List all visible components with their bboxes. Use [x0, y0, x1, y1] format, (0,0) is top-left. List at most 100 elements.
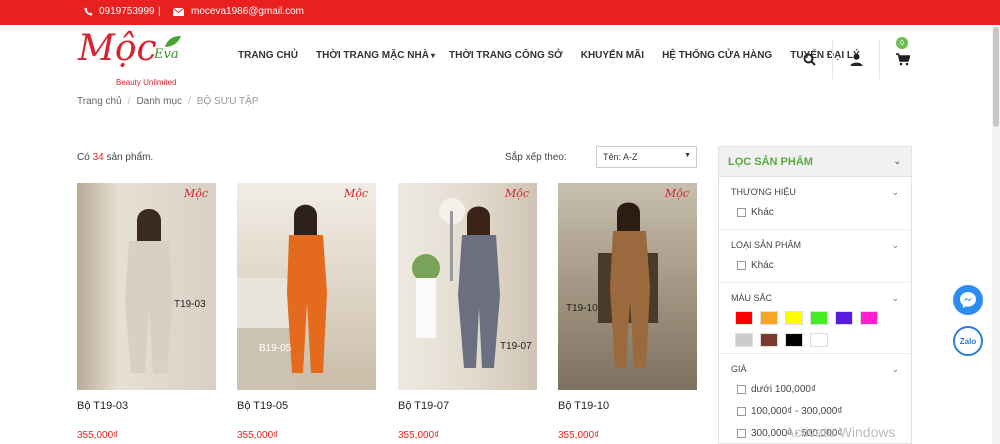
nav-home[interactable]: TRANG CHỦ	[238, 50, 298, 61]
messenger-icon	[960, 292, 976, 308]
color-swatch[interactable]	[760, 333, 778, 347]
product-name[interactable]: Bộ T19-07	[398, 400, 537, 412]
scrollbar-thumb[interactable]	[993, 27, 999, 127]
filter-header[interactable]: LỌC SẢN PHẨM ⌄	[719, 147, 911, 177]
model-figure	[237, 204, 327, 390]
logo-eva: Eva	[154, 47, 179, 62]
logo-brand: Mộc	[78, 28, 157, 69]
model-figure	[412, 198, 500, 368]
product-image[interactable]: Mộc T19-07	[398, 183, 537, 390]
color-swatch[interactable]	[785, 311, 803, 325]
phone-icon	[84, 7, 93, 16]
product-watermark-logo: Mộc	[664, 187, 689, 200]
search-icon[interactable]	[798, 48, 820, 70]
checkbox[interactable]	[737, 428, 746, 438]
sort-label: Sắp xếp theo:	[505, 152, 567, 163]
email-contact[interactable]: moceva1986@gmail.com	[173, 6, 304, 17]
phone-number: 0919753999	[99, 6, 155, 17]
product-card[interactable]: Mộc T19-10 Bộ T19-10 355,000₫	[558, 183, 697, 441]
filter-option[interactable]: Khác	[731, 254, 899, 276]
breadcrumb: Trang chủ / Danh mục / BỘ SƯU TẬP	[77, 96, 259, 107]
divider	[832, 39, 833, 79]
zalo-button[interactable]: Zalo	[953, 326, 983, 356]
phone-contact[interactable]: 0919753999	[84, 6, 155, 17]
chevron-down-icon: ⌄	[893, 156, 901, 166]
color-swatch[interactable]	[860, 311, 878, 325]
checkbox[interactable]	[737, 384, 746, 394]
chevron-down-icon: ▾	[430, 51, 435, 60]
cart-icon[interactable]	[892, 48, 914, 70]
color-swatch[interactable]	[810, 333, 828, 347]
breadcrumb-category[interactable]: Danh mục	[136, 96, 182, 107]
product-image[interactable]: Mộc B19-05	[237, 183, 376, 390]
checkbox[interactable]	[737, 207, 746, 217]
filter-option[interactable]: dưới 100,000₫	[731, 378, 899, 400]
color-swatch[interactable]	[785, 333, 803, 347]
top-bar: 0919753999 | moceva1986@gmail.com	[0, 0, 1000, 25]
breadcrumb-home[interactable]: Trang chủ	[77, 96, 122, 107]
nav-promotions[interactable]: KHUYẾN MÃI	[581, 50, 644, 61]
chevron-down-icon: ⌄	[891, 364, 899, 374]
chevron-down-icon: ▼	[684, 152, 691, 159]
filter-brand: THƯƠNG HIỆU ⌄ Khác	[719, 177, 911, 230]
logo-tagline: Beauty Unlimited	[116, 78, 177, 87]
messenger-button[interactable]	[953, 285, 983, 315]
product-code: T19-07	[500, 341, 532, 352]
filter-option[interactable]: 100,000₫ - 300,000₫	[731, 400, 899, 422]
breadcrumb-separator: /	[188, 96, 191, 107]
nav-stores[interactable]: HỆ THỐNG CỬA HÀNG	[662, 50, 772, 61]
model-figure	[125, 209, 173, 373]
product-code: T19-10	[566, 303, 598, 314]
product-code: B19-05	[259, 343, 292, 354]
scrollbar[interactable]	[992, 25, 1000, 444]
chevron-down-icon: ⌄	[891, 240, 899, 250]
filter-brand-title[interactable]: THƯƠNG HIỆU ⌄	[731, 177, 899, 201]
filter-option[interactable]: Khác	[731, 201, 899, 223]
zalo-label: Zalo	[959, 336, 977, 346]
user-icon[interactable]	[845, 48, 867, 70]
filter-type-title[interactable]: LOẠI SẢN PHẨM ⌄	[731, 230, 899, 254]
color-swatch[interactable]	[810, 311, 828, 325]
product-name[interactable]: Bộ T19-10	[558, 400, 697, 412]
nav-homewear[interactable]: THỜI TRANG MẶC NHÀ ▾	[316, 50, 435, 61]
breadcrumb-separator: /	[127, 96, 131, 107]
color-swatch[interactable]	[835, 311, 853, 325]
sort-select[interactable]: Tên: A-Z ▼	[596, 146, 697, 168]
header-actions: 0	[798, 37, 914, 79]
filter-color-title[interactable]: MÀU SẮC ⌄	[731, 283, 899, 307]
product-card[interactable]: Mộc T19-07 Bộ T19-07 355,000₫	[398, 183, 537, 441]
product-name[interactable]: Bộ T19-03	[77, 400, 216, 412]
product-watermark-logo: Mộc	[504, 187, 529, 200]
nav-officewear[interactable]: THỜI TRANG CÔNG SỞ	[449, 50, 563, 61]
color-swatch[interactable]	[735, 311, 753, 325]
main-nav: TRANG CHỦ THỜI TRANG MẶC NHÀ ▾ THỜI TRANG…	[238, 50, 878, 61]
color-swatch[interactable]	[735, 333, 753, 347]
product-price: 355,000₫	[237, 430, 279, 441]
product-card[interactable]: Mộc B19-05 Bộ T19-05 355,000₫	[237, 183, 376, 441]
product-image[interactable]: Mộc T19-03	[77, 183, 216, 390]
product-image[interactable]: Mộc T19-10	[558, 183, 697, 390]
product-code: T19-03	[174, 299, 206, 310]
color-swatches	[731, 307, 899, 353]
header: Mộc Eva Beauty Unlimited TRANG CHỦ THỜI …	[0, 25, 1000, 90]
product-watermark-logo: Mộc	[183, 187, 208, 200]
product-count: Có 34 sản phẩm.	[77, 152, 154, 163]
product-price: 355,000₫	[77, 430, 119, 441]
model-figure	[598, 202, 658, 368]
product-watermark-logo: Mộc	[343, 187, 368, 200]
product-card[interactable]: Mộc T19-03 Bộ T19-03 355,000₫	[77, 183, 216, 441]
filter-price-title[interactable]: GIÁ ⌄	[731, 354, 899, 378]
separator: |	[158, 6, 161, 17]
checkbox[interactable]	[737, 260, 746, 270]
product-price: 355,000₫	[398, 430, 440, 441]
checkbox[interactable]	[737, 406, 746, 416]
count-number: 34	[92, 152, 104, 163]
divider	[879, 39, 880, 79]
color-swatch[interactable]	[760, 311, 778, 325]
product-name[interactable]: Bộ T19-05	[237, 400, 376, 412]
filter-color: MÀU SẮC ⌄	[719, 283, 911, 354]
logo[interactable]: Mộc Eva Beauty Unlimited	[78, 31, 203, 89]
mail-icon	[173, 7, 184, 16]
os-activation-watermark: Activate Windows	[785, 424, 896, 440]
email-address: moceva1986@gmail.com	[191, 6, 304, 17]
